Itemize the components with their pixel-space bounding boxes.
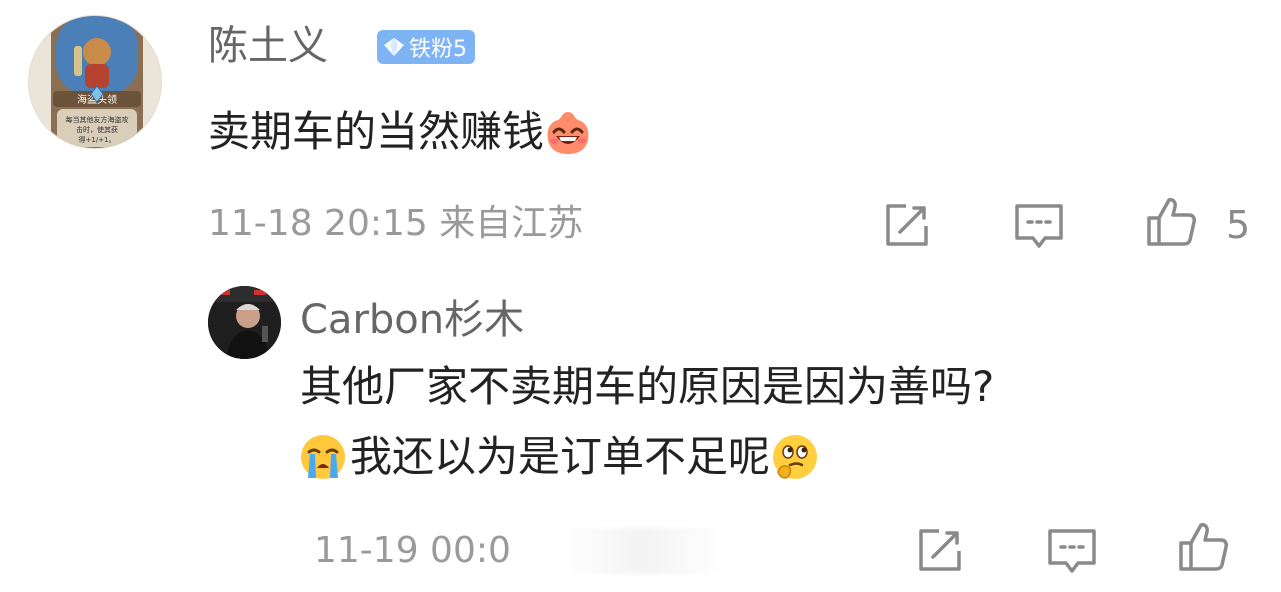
avatar-card-text: 得+1/+1。: [79, 135, 116, 144]
comment-icon[interactable]: [1013, 200, 1065, 252]
thumbs-up-icon[interactable]: [1145, 196, 1197, 248]
avatar-card-text: 击时，使其获: [76, 125, 118, 134]
fan-badge[interactable]: 铁粉5: [377, 30, 475, 64]
avatar-card-text: 每当其他友方海盗攻: [66, 115, 129, 124]
cry-emoji-icon: [301, 435, 345, 479]
reply-text-content-2: 我还以为是订单不足呢: [350, 432, 771, 481]
comment-username[interactable]: 陈土义: [208, 26, 328, 66]
redaction-mask: [525, 528, 761, 574]
reply-text-content: 其他厂家不卖期车的原因是因为善吗?: [300, 362, 995, 411]
reply-comment-icon[interactable]: [1046, 525, 1098, 577]
reply-thumbs-up-icon[interactable]: [1177, 521, 1229, 573]
thinking-emoji-icon: [773, 435, 818, 479]
reply-repost-icon[interactable]: [913, 525, 965, 577]
repost-icon[interactable]: [880, 200, 932, 252]
diamond-icon: [384, 38, 404, 56]
reply-text-line2: 我还以为是订单不足呢: [298, 432, 820, 482]
avatar[interactable]: 海盗头领 每当其他友方海盗攻 击时，使其获 得+1/+1。: [28, 15, 162, 149]
comment-text-content: 卖期车的当然赚钱: [208, 107, 545, 156]
like-count: 5: [1226, 203, 1251, 247]
comment-meta: 11-18 20:15 来自江苏: [208, 203, 584, 244]
hearthstone-card-avatar: 海盗头领 每当其他友方海盗攻 击时，使其获 得+1/+1。: [29, 16, 161, 148]
reply-meta: 11-19 00:0: [314, 530, 511, 571]
reply-username[interactable]: Carbon杉木: [300, 300, 524, 340]
laugh-emoji-icon: [547, 112, 589, 154]
reply-avatar[interactable]: [208, 286, 281, 359]
comment-text: 卖期车的当然赚钱: [208, 108, 592, 156]
badge-label: 铁粉5: [409, 37, 467, 62]
reply-avatar-photo: [208, 286, 281, 359]
reply-text-line1: 其他厂家不卖期车的原因是因为善吗?: [300, 366, 994, 408]
